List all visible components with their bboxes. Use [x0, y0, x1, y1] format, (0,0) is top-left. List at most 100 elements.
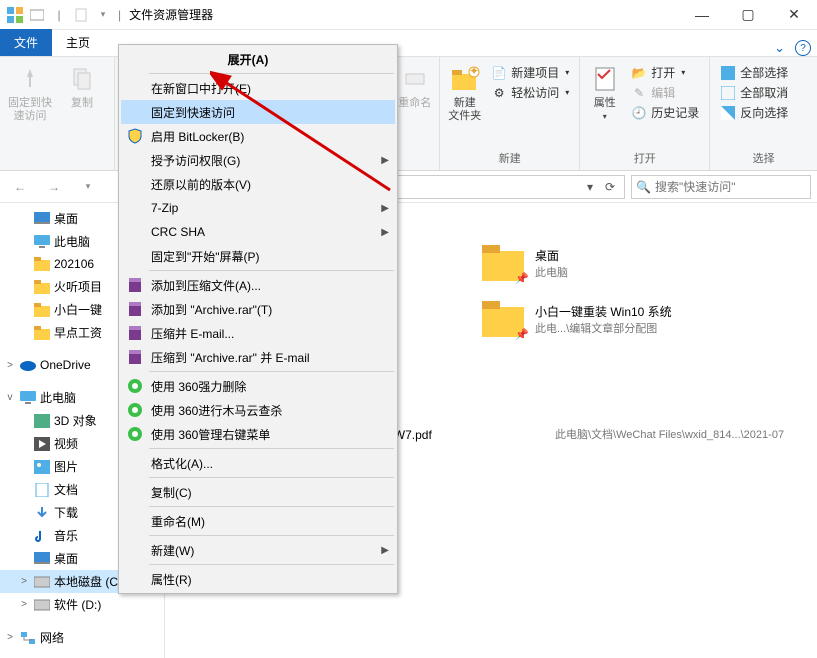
folder-tile[interactable]: 📌桌面此电脑 [477, 241, 737, 285]
group-label: 选择 [716, 148, 811, 168]
minimize-button[interactable]: — [679, 0, 725, 30]
recent-button[interactable]: ▾ [74, 175, 102, 199]
select-none-button[interactable]: 全部取消 [716, 83, 792, 102]
doc-icon [34, 482, 50, 498]
menu-item[interactable]: 复制(C) [121, 480, 395, 504]
folder-icon [34, 256, 50, 272]
folder-icon: 📌 [479, 299, 527, 339]
new-item-button[interactable]: 📄新建项目▾ [487, 63, 573, 82]
pc-icon [34, 234, 50, 250]
submenu-arrow-icon: ▶ [381, 227, 389, 238]
menu-item[interactable]: 使用 360强力删除 [121, 374, 395, 398]
tree-item-label: 软件 (D:) [54, 596, 101, 613]
menu-item[interactable]: 还原以前的版本(V) [121, 172, 395, 196]
new-folder-button[interactable]: ✦ 新建 文件夹 [446, 63, 483, 123]
menu-item[interactable]: 新建(W)▶ [121, 538, 395, 562]
tab-home[interactable]: 主页 [52, 29, 104, 56]
forward-button[interactable]: → [40, 175, 68, 199]
menu-item[interactable]: 授予访问权限(G) ▶ [121, 148, 395, 172]
address-dropdown-icon[interactable]: ▾ [580, 180, 600, 194]
menu-item[interactable]: 添加到 "Archive.rar"(T) [121, 297, 395, 321]
menu-item[interactable]: 在新窗口中打开(E) [121, 76, 395, 100]
menu-item-label: 压缩并 E-mail... [151, 325, 234, 342]
rename-button[interactable]: 重命名 [396, 63, 433, 110]
menu-item[interactable]: 固定到快速访问 [121, 100, 395, 124]
qat-divider-icon: | [50, 6, 68, 24]
menu-item-label: 使用 360管理右键菜单 [151, 426, 270, 443]
rar-icon [125, 275, 145, 295]
tree-item-label: 202106 [54, 257, 94, 271]
open-button[interactable]: 📂打开▾ [627, 63, 703, 82]
refresh-button[interactable]: ⟳ [600, 180, 620, 194]
menu-item[interactable]: 压缩并 E-mail... [121, 321, 395, 345]
qat-item-icon[interactable] [72, 6, 90, 24]
tree-item-label: 文档 [54, 481, 78, 498]
menu-item-label: 7-Zip [151, 201, 178, 215]
menu-item[interactable]: 展开(A) [121, 47, 395, 71]
close-button[interactable]: ✕ [771, 0, 817, 30]
back-button[interactable]: ← [6, 175, 34, 199]
search-icon: 🔍 [636, 180, 651, 194]
properties-button[interactable]: 属性 ▾ [586, 63, 623, 121]
desktop-icon [34, 211, 50, 227]
copy-button[interactable]: 复制 [58, 63, 106, 110]
select-none-icon [720, 85, 736, 101]
menu-item[interactable]: 7-Zip▶ [121, 196, 395, 220]
history-button[interactable]: 🕘历史记录 [627, 103, 703, 122]
select-all-button[interactable]: 全部选择 [716, 63, 792, 82]
menu-item-label: 固定到快速访问 [151, 104, 235, 121]
menu-item[interactable]: 属性(R) [121, 567, 395, 591]
menu-item[interactable]: 添加到压缩文件(A)... [121, 273, 395, 297]
tree-item-label: 此电脑 [40, 389, 76, 406]
tab-file[interactable]: 文件 [0, 29, 52, 56]
video-icon [34, 436, 50, 452]
search-input[interactable] [655, 180, 810, 194]
pin-to-quick-access-button[interactable]: 固定到快 速访问 [6, 63, 54, 123]
menu-item[interactable]: 使用 360进行木马云查杀 [121, 398, 395, 422]
folder-tile[interactable]: 📌 小白一键重装 Win10 系统此电...\编辑文章部分配图 [477, 297, 737, 341]
chevron-icon[interactable]: > [4, 632, 16, 643]
menu-item[interactable]: 启用 BitLocker(B) [121, 124, 395, 148]
tree-item[interactable]: >网络 [0, 626, 164, 649]
ribbon-help: ⌄ ? [774, 40, 817, 56]
menu-item-label: CRC SHA [151, 225, 205, 239]
chevron-icon[interactable]: > [18, 576, 30, 587]
chevron-icon[interactable]: v [4, 392, 16, 403]
tree-item-label: 图片 [54, 458, 78, 475]
submenu-arrow-icon: ▶ [381, 155, 389, 166]
select-all-icon [720, 65, 736, 81]
maximize-button[interactable]: ▢ [725, 0, 771, 30]
disk-icon [34, 574, 50, 590]
folder-path: 此电...\编辑文章部分配图 [535, 320, 672, 336]
chevron-icon[interactable]: > [4, 360, 16, 371]
submenu-arrow-icon: ▶ [381, 545, 389, 556]
menu-item[interactable]: 固定到"开始"屏幕(P) [121, 244, 395, 268]
invert-selection-icon [720, 105, 736, 121]
new-folder-icon: ✦ [449, 63, 481, 95]
folder-name: 小白一键重装 Win10 系统 [535, 303, 672, 320]
group-label: 打开 [586, 148, 703, 168]
menu-item-label: 复制(C) [151, 484, 192, 501]
tree-item[interactable]: > 软件 (D:) [0, 593, 164, 616]
expand-ribbon-icon[interactable]: ⌄ [774, 40, 785, 56]
new-item-icon: 📄 [491, 65, 507, 81]
menu-item[interactable]: 使用 360管理右键菜单 [121, 422, 395, 446]
qat-item-icon[interactable] [28, 6, 46, 24]
help-icon[interactable]: ? [795, 40, 811, 56]
invert-selection-button[interactable]: 反向选择 [716, 103, 792, 122]
edit-button[interactable]: ✎编辑 [627, 83, 703, 102]
menu-item[interactable]: 格式化(A)... [121, 451, 395, 475]
search-box[interactable]: 🔍 [631, 175, 811, 199]
360-icon [125, 424, 145, 444]
menu-item[interactable]: 重命名(M) [121, 509, 395, 533]
easy-access-button[interactable]: ⚙轻松访问▾ [487, 83, 573, 102]
menu-item[interactable]: CRC SHA ▶ [121, 220, 395, 244]
rar-icon [125, 299, 145, 319]
menu-item-label: 授予访问权限(G) [151, 152, 240, 169]
group-label: 新建 [446, 148, 573, 168]
window-title: 文件资源管理器 [129, 6, 213, 23]
menu-item[interactable]: 压缩到 "Archive.rar" 并 E-mail [121, 345, 395, 369]
easy-access-icon: ⚙ [491, 85, 507, 101]
chevron-icon[interactable]: > [18, 599, 30, 610]
qat-dropdown-icon[interactable]: ▾ [94, 6, 112, 24]
